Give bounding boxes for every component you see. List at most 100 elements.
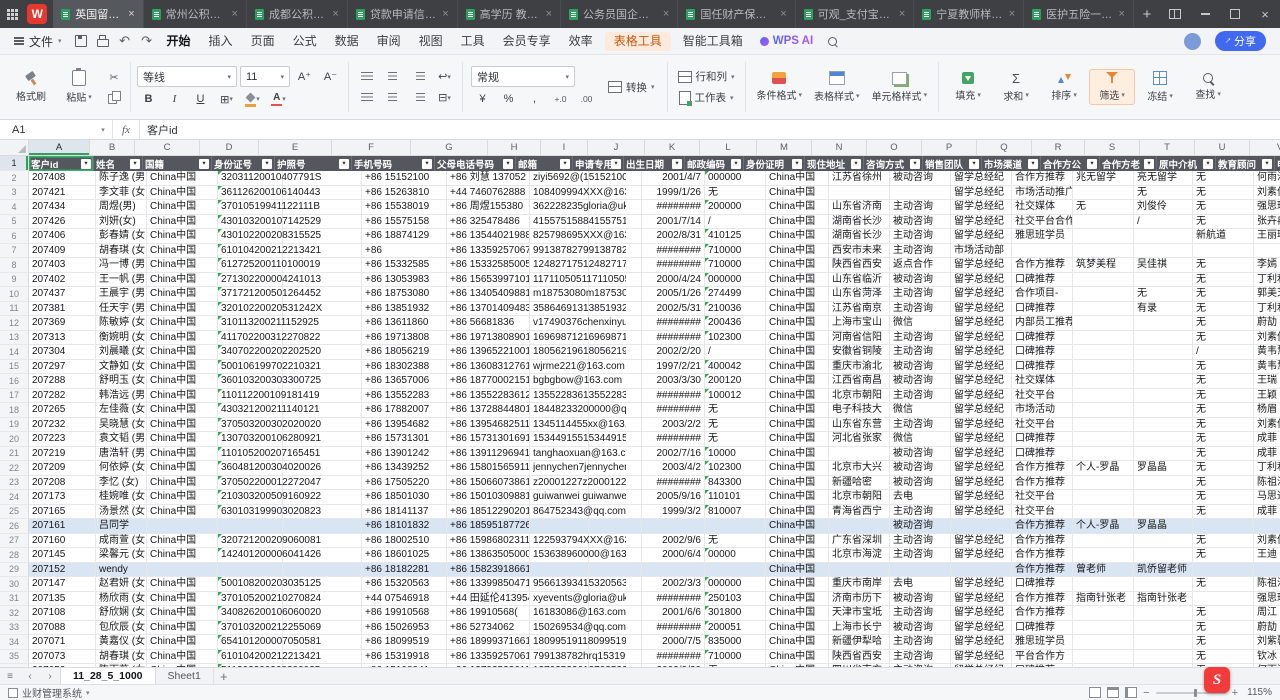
cell[interactable]: 无 <box>705 418 766 433</box>
cell[interactable]: 2003/3/30 <box>642 374 705 389</box>
fill-color-button[interactable]: ▾ <box>241 90 264 108</box>
cell[interactable]: 钦冰 <box>1254 650 1280 665</box>
cell[interactable] <box>1073 389 1134 404</box>
cell[interactable]: China中国 <box>766 244 829 259</box>
column-header-E[interactable]: E <box>259 140 332 155</box>
cell[interactable]: 被动咨询 <box>890 447 951 462</box>
cell[interactable]: 主动咨询 <box>890 606 951 621</box>
cell[interactable]: 合作方推荐 <box>1012 519 1073 534</box>
cell[interactable]: China中国 <box>766 345 829 360</box>
row-header-27[interactable]: 27 <box>0 534 29 549</box>
conditional-format-button[interactable]: 条件格式▾ <box>752 69 808 105</box>
cell[interactable]: +86 18999371661 <box>447 635 530 650</box>
cell[interactable]: 180995191180995191 <box>530 635 589 650</box>
number-format-select[interactable]: 常规▾ <box>471 66 575 87</box>
cell[interactable]: 612725200110100019 <box>218 258 283 273</box>
font-color-button[interactable]: ▾ <box>267 90 290 108</box>
bold-button[interactable]: B <box>137 90 160 108</box>
cell[interactable] <box>218 563 283 578</box>
cell[interactable]: 2003/4/2 <box>642 461 705 476</box>
cell[interactable]: 117110505117110505 <box>530 273 589 288</box>
cell[interactable] <box>1134 635 1193 650</box>
cell[interactable]: 留学总经纪 <box>951 534 1012 549</box>
header-cell-L[interactable]: 身份证明▾ <box>744 156 805 171</box>
cell[interactable]: China中国 <box>766 302 829 317</box>
file-tab[interactable]: 常州公积金 .xlsx× <box>144 0 247 28</box>
cell[interactable]: +86 18501030 <box>362 490 447 505</box>
cell[interactable]: 吴佳祺 <box>1134 258 1193 273</box>
column-header-N[interactable]: N <box>812 140 867 155</box>
cell[interactable] <box>1134 432 1193 447</box>
cell[interactable]: 207209 <box>29 461 96 476</box>
cell[interactable]: 胡春琪 (女 <box>96 650 147 665</box>
menu-tab-插入[interactable]: 插入 <box>200 29 242 54</box>
cell[interactable]: 天津市宝坻 <box>829 606 890 621</box>
menu-tab-审阅[interactable]: 审阅 <box>368 29 410 54</box>
header-cell-S[interactable]: 原中介机▾ <box>1157 156 1216 171</box>
header-cell-I[interactable]: 申请专用▾ <box>573 156 624 171</box>
wps-logo[interactable]: W <box>27 4 47 24</box>
cell[interactable] <box>530 563 589 578</box>
cell[interactable]: China中国 <box>766 621 829 636</box>
cell[interactable] <box>1134 316 1193 331</box>
cell[interactable]: 主动咨询 <box>890 505 951 520</box>
filter-dropdown-button[interactable]: ▾ <box>851 159 861 169</box>
cell[interactable]: 合作方推荐 <box>1012 563 1073 578</box>
cell[interactable]: 唐浩轩 (男 <box>96 447 147 462</box>
filter-dropdown-button[interactable]: ▾ <box>1203 159 1213 169</box>
cell[interactable]: 207152 <box>29 563 96 578</box>
cell[interactable] <box>1073 403 1134 418</box>
cell[interactable]: 微信 <box>890 403 951 418</box>
zoom-out-button[interactable]: − <box>1143 687 1149 699</box>
cell[interactable]: ######## <box>642 316 705 331</box>
cell[interactable]: 陕西省西安 <box>829 258 890 273</box>
cell[interactable]: 丁利利 <box>1254 273 1280 288</box>
cell[interactable]: 210036 <box>705 302 766 317</box>
select-all-corner[interactable] <box>0 140 29 155</box>
cell[interactable]: +86 13053983 <box>362 273 447 288</box>
close-tab-icon[interactable]: × <box>663 8 669 20</box>
cell[interactable]: +86 19910568 <box>362 606 447 621</box>
cell[interactable]: China中国 <box>147 244 218 259</box>
minimize-button[interactable] <box>1190 0 1220 28</box>
cell[interactable]: 陈子逸 (男 <box>96 171 147 186</box>
cell[interactable] <box>1134 476 1193 491</box>
cell[interactable]: China中国 <box>147 360 218 375</box>
cell[interactable]: 500106199702210321 <box>218 360 283 375</box>
column-header-U[interactable]: U <box>1195 140 1250 155</box>
cell[interactable]: 无 <box>1193 505 1254 520</box>
cell[interactable]: / <box>1193 345 1254 360</box>
cell[interactable]: 100012 <box>705 389 766 404</box>
cell[interactable]: 207408 <box>29 171 96 186</box>
cell[interactable]: 430102200208315525 <box>218 229 283 244</box>
row-header-5[interactable]: 5 <box>0 215 29 230</box>
filter-dropdown-button[interactable]: ▾ <box>969 159 979 169</box>
cell[interactable]: 留学总经纪 <box>951 476 1012 491</box>
cell[interactable]: 被动咨询 <box>890 215 951 230</box>
cell[interactable]: 无 <box>1193 215 1254 230</box>
cell[interactable]: 110105200207165451 <box>218 447 283 462</box>
cell[interactable]: 陈祖涛 <box>1254 476 1280 491</box>
cell[interactable]: +86 13657006 <box>362 374 447 389</box>
cell[interactable]: China中国 <box>147 215 218 230</box>
cell[interactable] <box>147 563 218 578</box>
cell[interactable]: +86 13405409881 <box>447 287 530 302</box>
cell[interactable]: +86 13544021988 <box>447 229 530 244</box>
row-header-34[interactable]: 34 <box>0 635 29 650</box>
cell[interactable]: +86 18601025 <box>362 548 447 563</box>
cell[interactable]: 广东省深圳 <box>829 534 890 549</box>
cell[interactable]: 王迪 <box>1254 548 1280 563</box>
cell[interactable] <box>1134 548 1193 563</box>
header-cell-U[interactable]: 申请顾问▾ <box>1275 156 1280 171</box>
cell[interactable]: China中国 <box>766 273 829 288</box>
cell[interactable]: 无 <box>1193 476 1254 491</box>
cell[interactable]: 刘紫馨 <box>1254 635 1280 650</box>
cell[interactable]: 李忆 (女) <box>96 476 147 491</box>
row-header-32[interactable]: 32 <box>0 606 29 621</box>
cell[interactable]: China中国 <box>147 621 218 636</box>
cell[interactable] <box>147 519 218 534</box>
cell[interactable]: ######## <box>642 621 705 636</box>
cell[interactable]: China中国 <box>766 650 829 665</box>
cell[interactable]: 何依婷 (女 <box>96 461 147 476</box>
cell[interactable]: 指南针张老 <box>1073 592 1134 607</box>
